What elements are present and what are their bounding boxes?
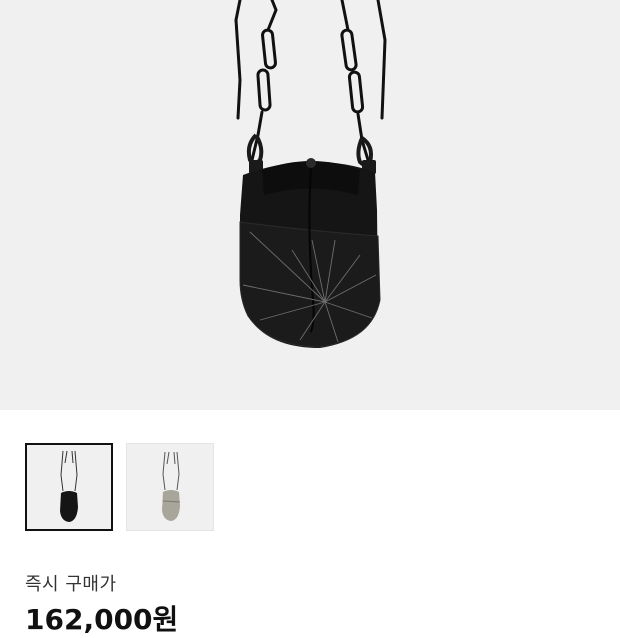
- thumbnail-gray[interactable]: [126, 443, 214, 531]
- price-label: 즉시 구매가: [25, 574, 117, 595]
- thumbnail-black-image: [60, 450, 78, 522]
- thumbnail-gray-image: [162, 451, 181, 521]
- bag-black-illustration: [234, 0, 387, 348]
- product-hero-image: [0, 0, 620, 410]
- thumbnail-black[interactable]: [25, 443, 113, 531]
- price-value: 162,000원: [25, 603, 179, 636]
